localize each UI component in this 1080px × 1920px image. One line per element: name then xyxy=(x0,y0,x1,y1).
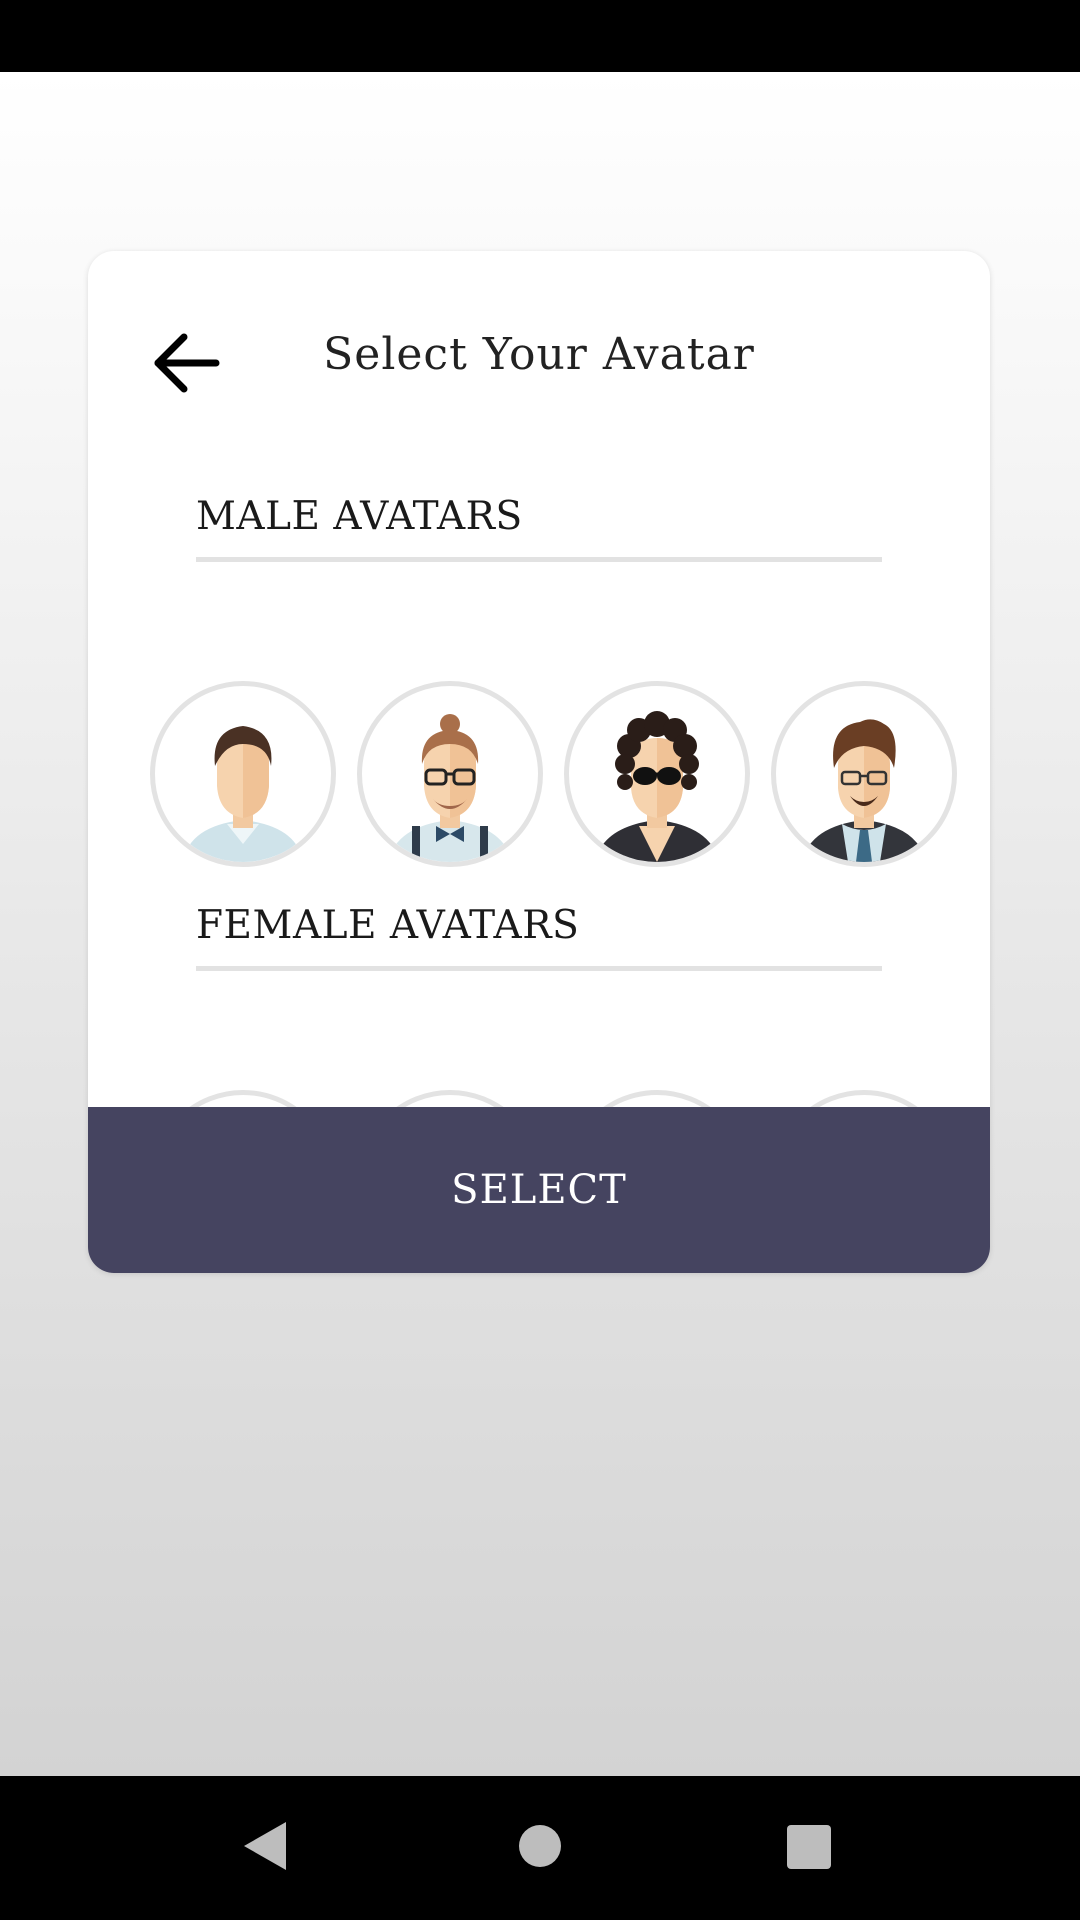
glasses-goatee-tie-icon xyxy=(802,719,926,862)
recents-square-icon xyxy=(787,1825,831,1869)
short-hair-man-icon xyxy=(183,726,303,862)
avatar-selection-card: Select Your Avatar MALE AVATARS FEMALE A… xyxy=(88,251,990,1273)
back-triangle-icon xyxy=(244,1822,286,1870)
curly-hair-sunglasses-icon xyxy=(595,711,719,862)
avatar-male-3[interactable] xyxy=(564,681,750,867)
avatar-male-4[interactable] xyxy=(771,681,957,867)
home-circle-icon xyxy=(519,1825,561,1867)
page-title: Select Your Avatar xyxy=(323,329,755,380)
female-avatars-heading: FEMALE AVATARS xyxy=(196,903,580,948)
status-bar xyxy=(0,0,1080,72)
female-section-divider xyxy=(196,966,882,971)
nav-recents-button[interactable] xyxy=(786,1824,832,1870)
nav-back-button[interactable] xyxy=(240,1818,290,1874)
select-button[interactable]: SELECT xyxy=(88,1107,990,1273)
screen: Select Your Avatar MALE AVATARS FEMALE A… xyxy=(0,72,1080,1776)
nav-home-button[interactable] xyxy=(518,1824,562,1868)
male-avatar-row xyxy=(150,681,990,867)
man-bun-glasses-bowtie-icon xyxy=(388,714,512,862)
navigation-bar xyxy=(0,1776,1080,1920)
male-avatars-heading: MALE AVATARS xyxy=(196,494,523,539)
avatar-male-2[interactable] xyxy=(357,681,543,867)
male-section-divider xyxy=(196,557,882,562)
avatar-male-1[interactable] xyxy=(150,681,336,867)
